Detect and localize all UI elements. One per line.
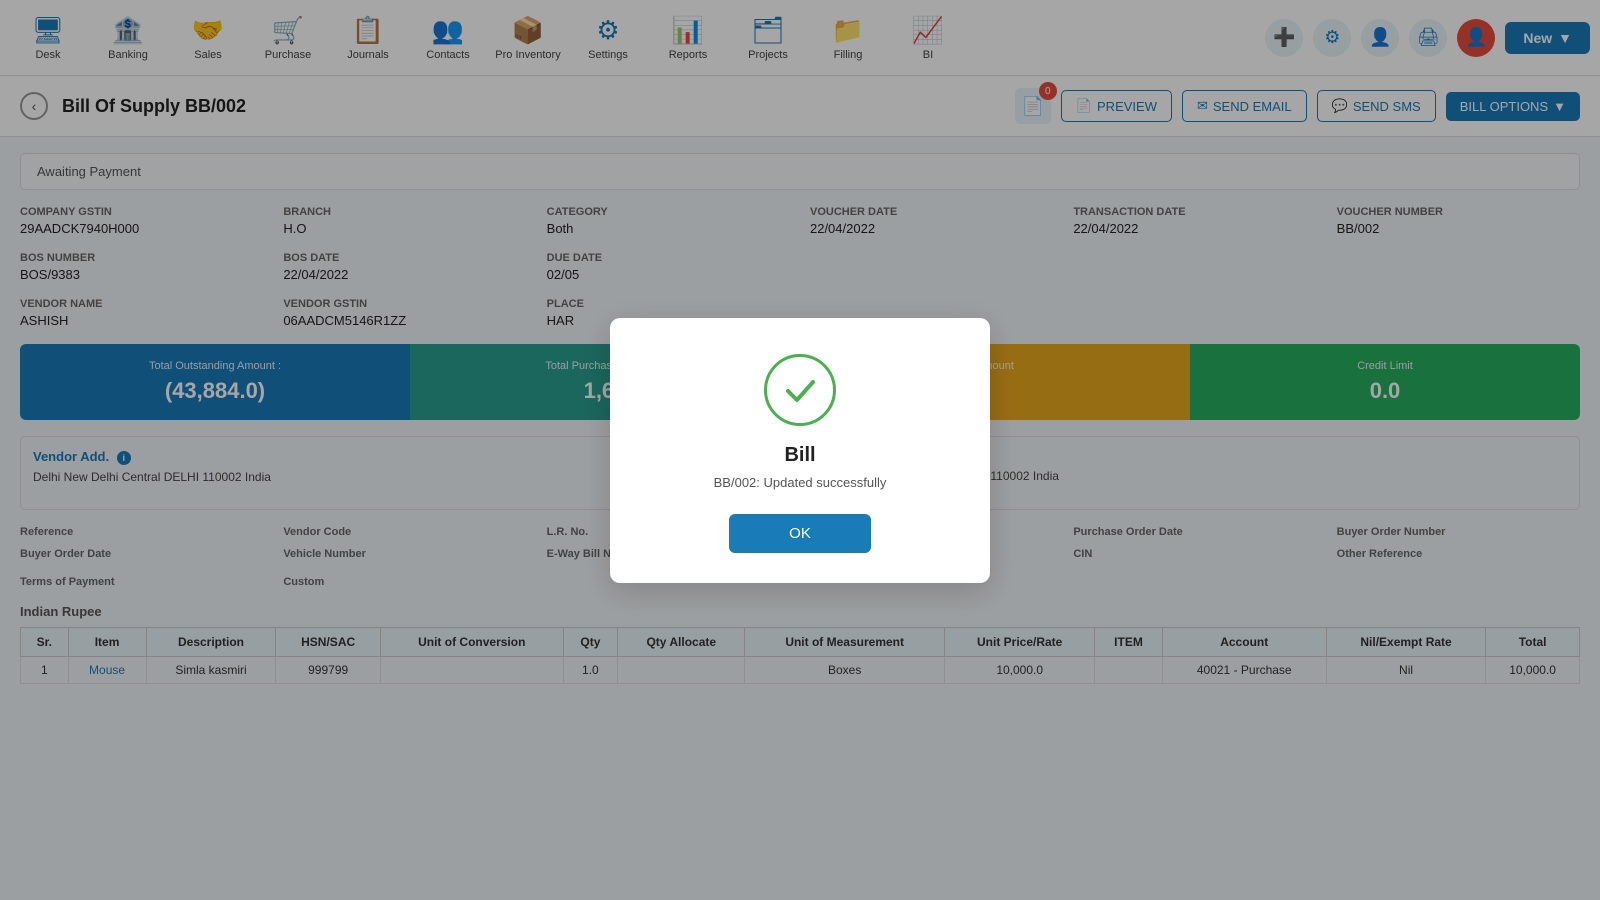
- modal-overlay: Bill BB/002: Updated successfully OK: [0, 0, 1600, 900]
- modal-title: Bill: [650, 444, 950, 467]
- success-icon-circle: [764, 354, 836, 426]
- modal-subtitle: BB/002: Updated successfully: [650, 475, 950, 490]
- modal-ok-button[interactable]: OK: [729, 514, 871, 553]
- success-modal: Bill BB/002: Updated successfully OK: [610, 318, 990, 583]
